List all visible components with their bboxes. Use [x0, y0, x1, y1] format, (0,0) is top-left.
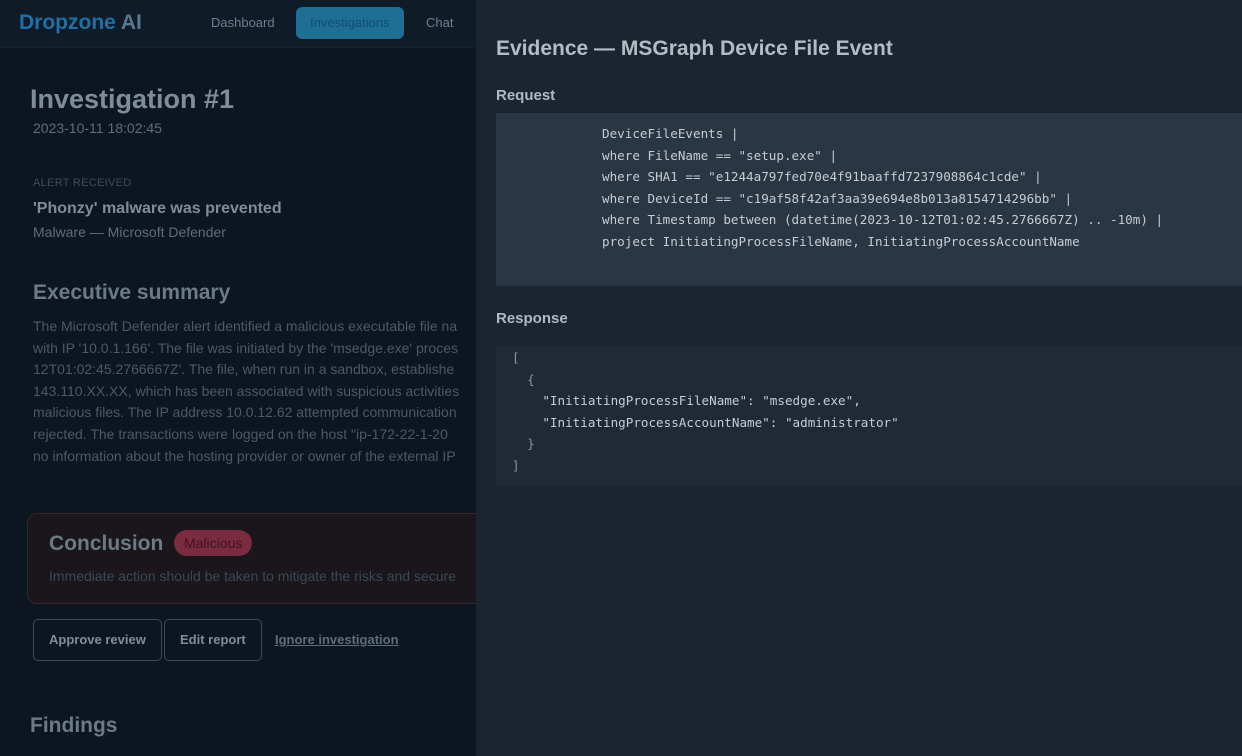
- page-title: Investigation #1: [30, 84, 234, 115]
- code-line: [: [512, 347, 1242, 369]
- summary-line: malicious files. The IP address 10.0.12.…: [33, 402, 493, 424]
- alert-title: 'Phonzy' malware was prevented: [33, 200, 282, 218]
- executive-summary-text: The Microsoft Defender alert identified …: [33, 316, 493, 467]
- code-line: "InitiatingProcessFileName": "msedge.exe…: [512, 390, 1242, 412]
- nav-investigations[interactable]: Investigations: [296, 7, 404, 39]
- conclusion-title: Conclusion: [49, 532, 163, 556]
- conclusion-text: Immediate action should be taken to miti…: [49, 568, 456, 584]
- brand-logo[interactable]: Dropzone AI: [19, 11, 142, 35]
- alert-subtitle: Malware — Microsoft Defender: [33, 224, 226, 240]
- code-line: DeviceFileEvents |: [602, 123, 1242, 145]
- ignore-investigation-link[interactable]: Ignore investigation: [275, 632, 399, 647]
- summary-line: no information about the hosting provide…: [33, 446, 493, 468]
- summary-line: with IP '10.0.1.166'. The file was initi…: [33, 338, 493, 360]
- response-label: Response: [496, 310, 568, 327]
- edit-report-button[interactable]: Edit report: [164, 619, 262, 661]
- investigation-date: 2023-10-11 18:02:45: [33, 120, 162, 136]
- code-line: where Timestamp between (datetime(2023-1…: [602, 209, 1242, 231]
- summary-line: rejected. The transactions were logged o…: [33, 424, 493, 446]
- drawer-title: Evidence — MSGraph Device File Event: [496, 37, 893, 61]
- verdict-badge: Malicious: [174, 530, 252, 556]
- approve-review-button[interactable]: Approve review: [33, 619, 162, 661]
- brand-suffix: AI: [121, 11, 142, 34]
- code-line: "InitiatingProcessAccountName": "adminis…: [512, 412, 1242, 434]
- code-line: }: [512, 433, 1242, 455]
- nav-chat[interactable]: Chat: [412, 7, 467, 39]
- code-line: where FileName == "setup.exe" |: [602, 145, 1242, 167]
- request-code-block[interactable]: DeviceFileEvents | where FileName == "se…: [496, 113, 1242, 286]
- conclusion-card: Conclusion Malicious Immediate action sh…: [27, 513, 499, 604]
- code-line: ]: [512, 455, 1242, 477]
- alert-received-label: ALERT RECEIVED: [33, 177, 132, 189]
- nav-dashboard[interactable]: Dashboard: [197, 7, 289, 39]
- brand-name: Dropzone: [19, 11, 116, 34]
- executive-summary-title: Executive summary: [33, 281, 230, 305]
- code-line: {: [512, 369, 1242, 391]
- evidence-drawer: Evidence — MSGraph Device File Event Req…: [476, 0, 1242, 756]
- summary-line: 143.110.XX.XX, which has been associated…: [33, 381, 493, 403]
- response-code-block[interactable]: [ { "InitiatingProcessFileName": "msedge…: [496, 345, 1242, 486]
- code-line: where DeviceId == "c19af58f42af3aa39e694…: [602, 188, 1242, 210]
- request-label: Request: [496, 87, 555, 104]
- findings-title: Findings: [30, 714, 118, 738]
- code-line: where SHA1 == "e1244a797fed70e4f91baaffd…: [602, 166, 1242, 188]
- summary-line: 12T01:02:45.2766667Z'. The file, when ru…: [33, 359, 493, 381]
- summary-line: The Microsoft Defender alert identified …: [33, 316, 493, 338]
- code-line: project InitiatingProcessFileName, Initi…: [602, 231, 1242, 253]
